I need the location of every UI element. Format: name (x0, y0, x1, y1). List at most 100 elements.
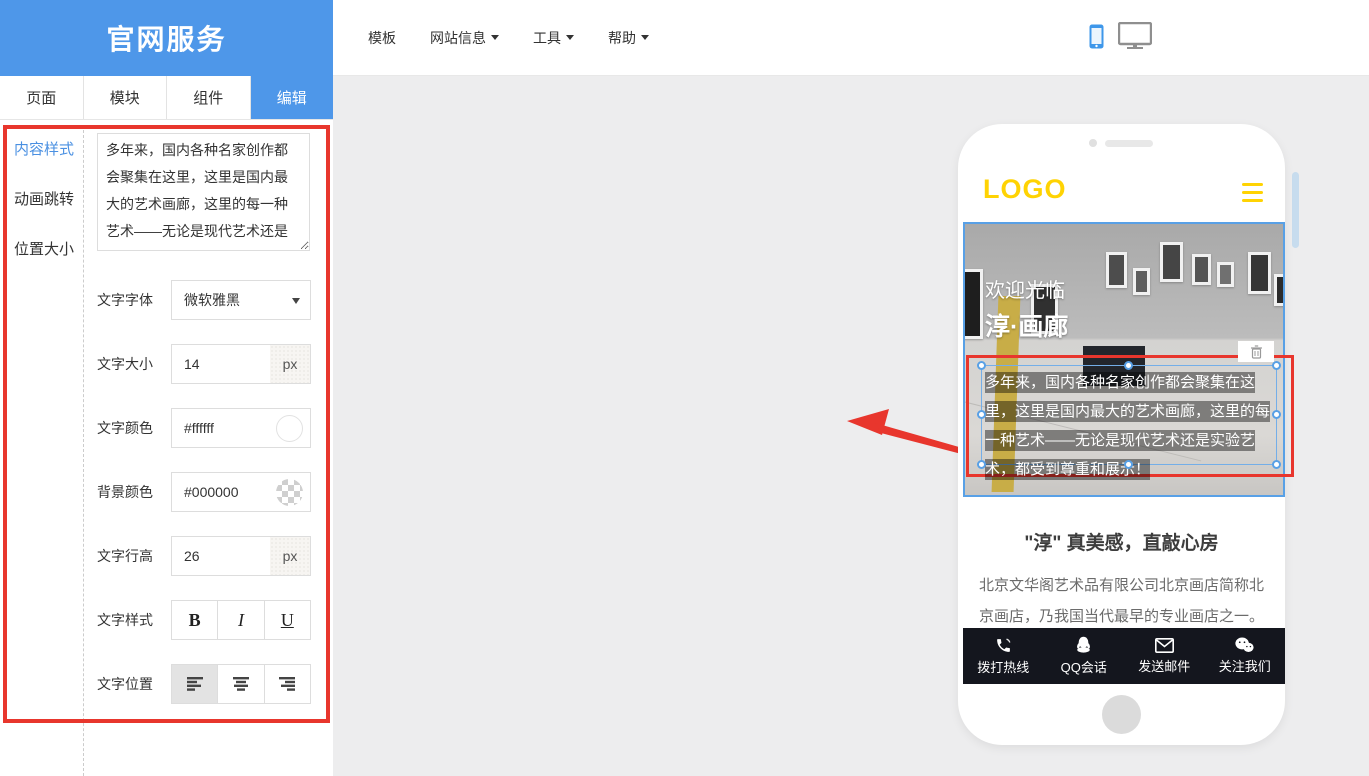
font-size-value: 14 (172, 356, 200, 372)
resize-handle[interactable] (1124, 361, 1133, 370)
resize-handle[interactable] (977, 361, 986, 370)
trash-icon (1250, 345, 1263, 359)
underline-button[interactable]: U (265, 600, 311, 640)
font-family-value: 微软雅黑 (172, 290, 240, 310)
hero-welcome-text: 欢迎光临 (985, 274, 1065, 303)
align-left-button[interactable] (171, 664, 218, 704)
bg-color-value: #000000 (172, 484, 239, 500)
brand-header: 官网服务 (0, 0, 333, 76)
resize-handle[interactable] (1272, 460, 1281, 469)
bg-color-label: 背景颜色 (97, 482, 171, 502)
picture-frame (1192, 254, 1211, 285)
picture-frame (1133, 268, 1150, 295)
menu-icon[interactable] (1242, 183, 1263, 207)
line-height-value: 26 (172, 548, 200, 564)
font-size-label: 文字大小 (97, 354, 171, 374)
mail-icon (1155, 638, 1174, 653)
resize-handle[interactable] (1272, 410, 1281, 419)
section-heading: "淳" 真美感，直敲心房 (958, 528, 1285, 555)
nav-item-help[interactable]: 帮助 (608, 28, 649, 48)
line-height-label: 文字行高 (97, 546, 171, 566)
align-right-icon (279, 677, 295, 691)
wechat-icon (1235, 637, 1254, 653)
brand-title: 官网服务 (106, 18, 226, 58)
font-family-label: 文字字体 (97, 290, 171, 310)
qq-icon (1075, 636, 1092, 654)
text-color-label: 文字颜色 (97, 418, 171, 438)
phone-speaker-bar (1105, 140, 1153, 147)
contact-label: 拨打热线 (977, 657, 1029, 676)
picture-frame (1217, 262, 1234, 287)
align-center-icon (233, 677, 249, 691)
resize-handle[interactable] (1124, 460, 1133, 469)
contact-label: 发送邮件 (1138, 656, 1190, 675)
picture-frame (1274, 274, 1283, 306)
contact-label: QQ会话 (1061, 657, 1107, 676)
phone-mockup: LOGO 欢迎光临 淳·画廊 多年来， (958, 124, 1285, 745)
line-height-input[interactable]: 26 px (171, 536, 311, 576)
editor-canvas: LOGO 欢迎光临 淳·画廊 多年来， (333, 76, 1369, 776)
monitor-icon[interactable] (1118, 22, 1152, 49)
resize-handle[interactable] (977, 460, 986, 469)
tab-module[interactable]: 模块 (84, 76, 168, 119)
picture-frame (1160, 242, 1183, 282)
tab-edit[interactable]: 编辑 (251, 76, 334, 119)
panel-divider (83, 125, 84, 776)
unit-suffix: px (270, 345, 310, 383)
text-color-value: #ffffff (172, 420, 214, 436)
nav-item-label: 模板 (368, 28, 396, 48)
top-nav: 模板 网站信息 工具 帮助 (333, 0, 1369, 76)
chevron-down-icon (641, 35, 649, 40)
unit-suffix: px (270, 537, 310, 575)
font-family-select[interactable]: 微软雅黑 (171, 280, 311, 320)
section-content-style[interactable]: 内容样式 (14, 138, 74, 159)
color-swatch[interactable] (276, 415, 303, 442)
chevron-down-icon (491, 35, 499, 40)
chevron-down-icon (566, 35, 574, 40)
nav-item-label: 网站信息 (430, 28, 486, 48)
section-position-size[interactable]: 位置大小 (14, 238, 74, 259)
italic-button[interactable]: I (218, 600, 264, 640)
site-logo: LOGO (983, 174, 1067, 205)
call-hotline-button[interactable]: 拨打热线 (963, 628, 1044, 684)
picture-frame (1106, 252, 1127, 288)
tab-component[interactable]: 组件 (167, 76, 251, 119)
tab-label: 组件 (193, 87, 223, 108)
nav-item-label: 帮助 (608, 28, 636, 48)
phone-home-button[interactable] (1102, 695, 1141, 734)
phone-camera-dot (1089, 139, 1097, 147)
font-size-input[interactable]: 14 px (171, 344, 311, 384)
text-color-input[interactable]: #ffffff (171, 408, 311, 448)
preview-scrollbar[interactable] (1292, 172, 1299, 248)
selected-text-block[interactable]: 多年来，国内各种名家创作都会聚集在这里，这里是国内最大的艺术画廊，这里的每一种艺… (981, 365, 1277, 465)
nav-item-site-info[interactable]: 网站信息 (430, 28, 499, 48)
edit-panel: 内容样式 动画跳转 位置大小 多年来，国内各种名家创作都会聚集在这里，这里是国内… (0, 120, 333, 776)
hero-title-text: 淳·画廊 (985, 307, 1068, 343)
contact-label: 关注我们 (1219, 656, 1271, 675)
align-center-button[interactable] (218, 664, 264, 704)
bg-color-input[interactable]: #000000 (171, 472, 311, 512)
smartphone-icon[interactable] (1089, 24, 1104, 49)
align-right-button[interactable] (265, 664, 311, 704)
tab-page[interactable]: 页面 (0, 76, 84, 119)
tab-label: 页面 (26, 87, 56, 108)
send-mail-button[interactable]: 发送邮件 (1124, 628, 1205, 684)
phone-icon (995, 637, 1012, 654)
delete-button[interactable] (1238, 341, 1274, 362)
nav-item-tools[interactable]: 工具 (533, 28, 574, 48)
nav-item-label: 工具 (533, 28, 561, 48)
nav-item-templates[interactable]: 模板 (368, 28, 396, 48)
panel-tabs: 页面 模块 组件 编辑 (0, 76, 333, 120)
content-text-input[interactable]: 多年来，国内各种名家创作都会聚集在这里，这里是国内最大的艺术画廊，这里的每一种艺… (97, 133, 310, 251)
resize-handle[interactable] (977, 410, 986, 419)
align-left-icon (187, 677, 203, 691)
bold-button[interactable]: B (171, 600, 218, 640)
follow-us-button[interactable]: 关注我们 (1205, 628, 1286, 684)
qq-chat-button[interactable]: QQ会话 (1044, 628, 1125, 684)
resize-handle[interactable] (1272, 361, 1281, 370)
section-paragraph: 北京文华阁艺术品有限公司北京画店简称北京画店，乃我国当代最早的专业画店之一。应艺… (979, 570, 1265, 632)
transparency-checker-swatch[interactable] (276, 479, 303, 506)
picture-frame (1248, 252, 1271, 294)
tab-label: 编辑 (277, 87, 307, 108)
section-animation-jump[interactable]: 动画跳转 (14, 188, 74, 209)
